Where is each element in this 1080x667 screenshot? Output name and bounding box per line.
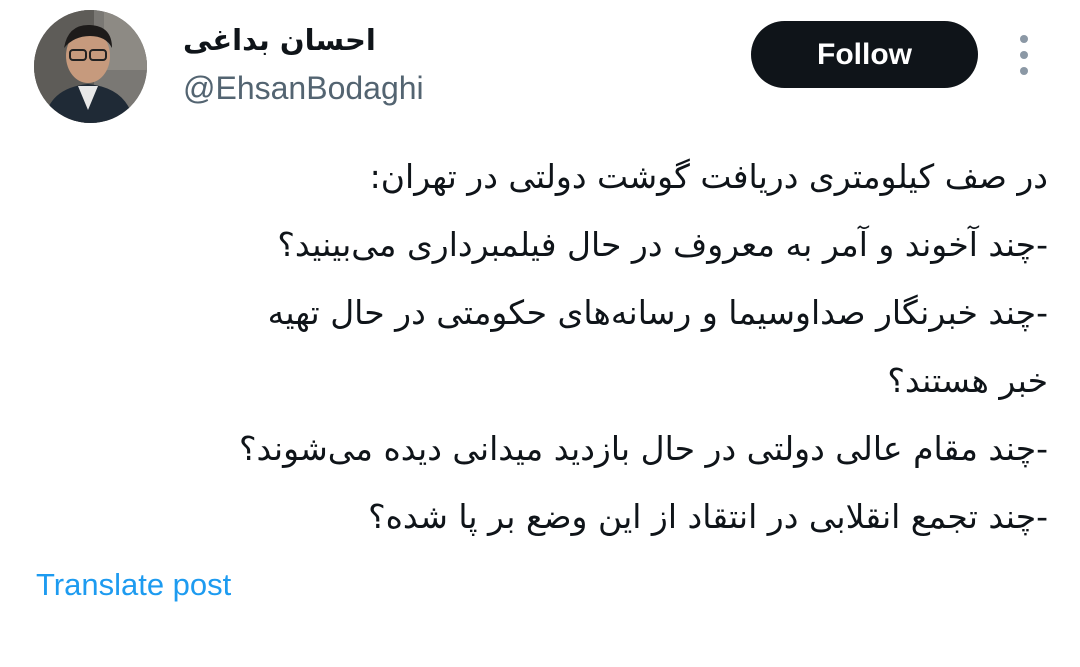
avatar[interactable] — [34, 10, 147, 123]
follow-button[interactable]: Follow — [751, 21, 978, 88]
tweet-text: در صف کیلومتری دریافت گوشت دولتی در تهرا… — [36, 143, 1048, 551]
tweet-line: در صف کیلومتری دریافت گوشت دولتی در تهرا… — [369, 157, 1048, 196]
tweet-line: -چند مقام عالی دولتی در حال بازدید میدان… — [239, 429, 1048, 468]
more-vertical-icon[interactable] — [1008, 33, 1040, 77]
tweet-line: -چند خبرنگار صداوسیما و رسانه‌های حکومتی… — [267, 293, 1048, 332]
handle[interactable]: @EhsanBodaghi — [183, 68, 424, 108]
more-dot — [1020, 51, 1028, 59]
more-dot — [1020, 35, 1028, 43]
profile-photo — [34, 10, 147, 123]
tweet-line: -چند تجمع انقلابی در انتقاد از این وضع ب… — [368, 497, 1048, 536]
tweet-line: خبر هستند؟ — [887, 361, 1048, 400]
translate-post-link[interactable]: Translate post — [36, 564, 231, 606]
display-name[interactable]: احسان بداغی — [183, 22, 463, 58]
more-dot — [1020, 67, 1028, 75]
tweet-line: -چند آخوند و آمر به معروف در حال فیلمبرد… — [277, 225, 1048, 264]
